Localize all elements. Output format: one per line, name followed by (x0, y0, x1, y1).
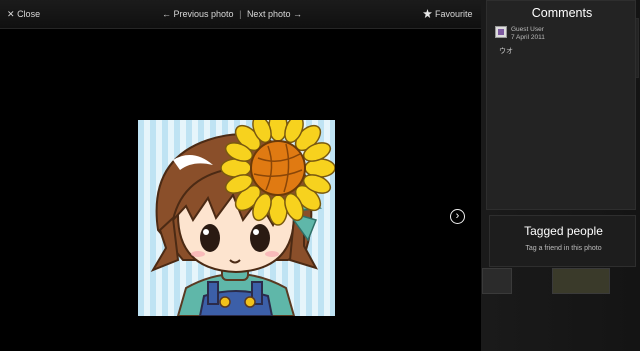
arrow-right-icon: → (292, 9, 302, 19)
chevron-right-icon: › (455, 210, 460, 222)
close-label: Close (17, 9, 41, 19)
star-icon (423, 9, 432, 18)
comments-title: Comments (531, 6, 593, 20)
favourite-label: Favourite (435, 9, 473, 19)
tagged-people-title: Tagged people (524, 224, 603, 238)
favourite-button[interactable]: Favourite (423, 9, 473, 19)
tag-friend-link[interactable]: Tag a friend in this photo (490, 245, 637, 252)
photo-thumbnail[interactable] (482, 268, 512, 294)
chibi-girl-sunflower-illustration (150, 120, 335, 316)
close-icon: ✕ (7, 9, 15, 19)
tagged-people-panel: Tagged people Tag a friend in this photo (489, 215, 636, 267)
next-photo-button[interactable]: › (450, 209, 465, 224)
comment-date: 7 April 2011 (511, 34, 545, 41)
next-photo-link[interactable]: Next photo → (247, 9, 302, 19)
previous-photo-label: Previous photo (173, 9, 234, 19)
comment-text: ウオ (499, 48, 513, 55)
photo-thumbnail[interactable] (552, 268, 610, 294)
nav-separator: | (239, 9, 242, 19)
comment-author[interactable]: Guest User (511, 26, 544, 33)
comments-panel: Comments Guest User 7 April 2011 ウオ (486, 0, 636, 210)
previous-photo-link[interactable]: ← Previous photo (162, 9, 236, 19)
photo-navigation: ← Previous photo | Next photo → (162, 9, 302, 19)
photo-toolbar: ✕ Close ← Previous photo | Next photo → … (0, 0, 481, 29)
photo-image[interactable] (138, 120, 335, 316)
avatar[interactable] (495, 26, 507, 38)
close-button[interactable]: ✕ Close (7, 9, 40, 20)
arrow-left-icon: ← (162, 9, 171, 19)
next-photo-label: Next photo (246, 9, 291, 19)
